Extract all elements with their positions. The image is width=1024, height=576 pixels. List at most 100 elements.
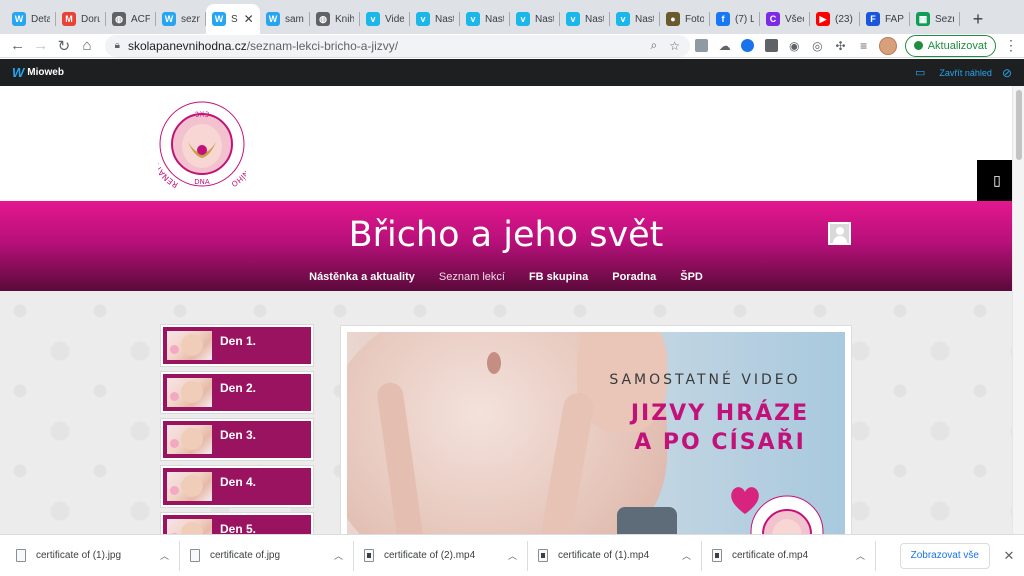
chevron-up-icon[interactable]: ︿ bbox=[856, 549, 865, 562]
reload-button[interactable]: ↻ bbox=[52, 35, 75, 57]
fapi-icon: F bbox=[866, 12, 880, 26]
chevron-up-icon[interactable]: ︿ bbox=[508, 549, 517, 562]
extension-facebook-icon[interactable] bbox=[759, 35, 782, 57]
browser-tab[interactable]: F FAPI bbox=[860, 4, 910, 34]
browser-tab[interactable]: ● Foto bbox=[660, 4, 710, 34]
forward-button[interactable]: → bbox=[29, 35, 52, 57]
page-scrollbar[interactable] bbox=[1012, 86, 1024, 534]
lesson-item[interactable]: Den 2. bbox=[161, 372, 313, 413]
browser-menu-icon[interactable]: ⋮ bbox=[1004, 37, 1018, 54]
new-tab-button[interactable]: + bbox=[964, 4, 992, 34]
browser-tab[interactable]: M Doru bbox=[56, 4, 106, 34]
lock-icon[interactable]: 🔒︎ bbox=[115, 40, 120, 51]
tab-title: Nast bbox=[435, 13, 454, 25]
home-button[interactable]: ⌂ bbox=[75, 35, 98, 57]
tab-title: Nast bbox=[585, 13, 604, 25]
browser-tab[interactable]: v Nast bbox=[460, 4, 510, 34]
download-item[interactable]: certificate of (2).mp4 ︿ bbox=[354, 540, 528, 571]
mioweb-logo[interactable]: W Mioweb bbox=[12, 65, 64, 80]
lesson-label: Den 4. bbox=[220, 474, 257, 489]
mioweb-adminbar: W Mioweb ▭ Zavřít náhled ⊘ bbox=[0, 59, 1024, 86]
update-button[interactable]: Aktualizovat bbox=[904, 34, 997, 57]
download-item[interactable]: certificate of (1).mp4 ︿ bbox=[528, 540, 702, 571]
browser-tab[interactable]: v Nast bbox=[410, 4, 460, 34]
nav-item[interactable]: ŠPD bbox=[680, 271, 703, 283]
school-logo[interactable]: 3X3 RENATY SAHANÍ ŠKOLA PÁNEVNÍHO DNA bbox=[158, 94, 246, 194]
youtube-icon: ▶ bbox=[816, 12, 830, 26]
lesson-thumbnail bbox=[167, 472, 212, 501]
browser-tab[interactable]: v Nast bbox=[510, 4, 560, 34]
tab-title: (23) bbox=[835, 13, 853, 25]
extension-camera-icon[interactable]: ◉ bbox=[783, 35, 806, 57]
extension-list-icon[interactable]: ≡ bbox=[852, 35, 875, 57]
browser-tab[interactable]: ▦ Sezn bbox=[910, 4, 960, 34]
update-dot-icon bbox=[913, 41, 923, 50]
address-bar[interactable]: 🔒︎ skolapanevnihodna.cz/seznam-lekci-bri… bbox=[104, 34, 691, 57]
image-file-icon bbox=[16, 549, 26, 562]
close-preview-link[interactable]: Zavřít náhled bbox=[939, 68, 992, 78]
nav-item[interactable]: Nástěnka a aktuality bbox=[309, 271, 415, 283]
vimeo-icon: v bbox=[616, 12, 630, 26]
tab-title: Sezn bbox=[935, 13, 954, 25]
browser-tab[interactable]: W Deta bbox=[6, 4, 56, 34]
zoom-search-icon[interactable]: ⌕ bbox=[651, 38, 658, 53]
content-area: Den 1. Den 2. Den 3. Den 4. Den 5. SAMOSTATN… bbox=[0, 291, 1012, 534]
show-all-downloads-button[interactable]: Zobrazovat vše bbox=[899, 542, 990, 569]
lesson-item[interactable]: Den 5. bbox=[161, 513, 313, 534]
chevron-up-icon[interactable]: ︿ bbox=[334, 549, 343, 562]
nav-item[interactable]: Seznam lekcí bbox=[439, 271, 505, 283]
nav-item[interactable]: FB skupina bbox=[529, 271, 588, 283]
lesson-item[interactable]: Den 4. bbox=[161, 466, 313, 507]
tab-title: (7) L bbox=[735, 13, 754, 25]
user-avatar[interactable] bbox=[828, 222, 851, 245]
extension-cloud-icon[interactable]: ☁ bbox=[713, 35, 736, 57]
vimeo-icon: v bbox=[366, 12, 380, 26]
browser-tab[interactable]: ▶ (23) bbox=[810, 4, 860, 34]
facebook-icon: f bbox=[716, 12, 730, 26]
tab-close-icon[interactable]: ✕ bbox=[244, 12, 254, 26]
extensions-puzzle-icon[interactable]: ✣ bbox=[829, 35, 852, 57]
download-item[interactable]: certificate of.mp4 ︿ bbox=[702, 540, 876, 571]
browser-tab[interactable]: v Nast bbox=[560, 4, 610, 34]
chevron-up-icon[interactable]: ︿ bbox=[682, 549, 691, 562]
browser-tab[interactable]: ◍ ACF: bbox=[106, 4, 156, 34]
browser-tab[interactable]: Wsezn bbox=[156, 4, 206, 34]
browser-tabstrip: WDetaMDoru◍ACF:WseznWS✕Wsamo◍KnihvVidevN… bbox=[0, 0, 1024, 34]
browser-tab[interactable]: C Všec bbox=[760, 4, 810, 34]
tab-title: samo bbox=[285, 13, 304, 25]
browser-tab[interactable]: v Nast bbox=[610, 4, 660, 34]
feature-video-card[interactable]: SAMOSTATNÉ VIDEO JIZVY HRÁZE A PO CÍSAŘI bbox=[340, 325, 852, 534]
clipboard-icon[interactable]: ▯ bbox=[977, 160, 1012, 201]
download-item[interactable]: certificate of.jpg ︿ bbox=[180, 540, 354, 571]
lesson-thumbnail bbox=[167, 378, 212, 407]
download-item[interactable]: certificate of (1).jpg ︿ bbox=[6, 540, 180, 571]
tab-title: Nast bbox=[485, 13, 504, 25]
browser-tab[interactable]: Wsamo bbox=[260, 4, 310, 34]
vimeo-icon: v bbox=[416, 12, 430, 26]
extension-photos-icon[interactable] bbox=[690, 35, 713, 57]
lesson-item[interactable]: Den 1. bbox=[161, 325, 313, 366]
chevron-up-icon[interactable]: ︿ bbox=[160, 549, 169, 562]
extension-blue-icon[interactable] bbox=[736, 35, 759, 57]
browser-tab[interactable]: f (7) L bbox=[710, 4, 760, 34]
tab-title: FAPI bbox=[885, 13, 904, 25]
lesson-item[interactable]: Den 3. bbox=[161, 419, 313, 460]
feature-video-thumbnail[interactable]: SAMOSTATNÉ VIDEO JIZVY HRÁZE A PO CÍSAŘI bbox=[347, 332, 845, 534]
extension-grammar-icon[interactable]: ◎ bbox=[806, 35, 829, 57]
back-button[interactable]: ← bbox=[6, 35, 29, 57]
close-downloads-icon[interactable]: ✕ bbox=[994, 548, 1024, 564]
nav-item[interactable]: Poradna bbox=[612, 271, 656, 283]
bookmark-star-icon[interactable]: ☆ bbox=[669, 39, 680, 53]
eye-slash-icon[interactable]: ⊘ bbox=[1002, 66, 1012, 80]
tab-title: Deta bbox=[31, 13, 50, 25]
feature-headline-line1: JIZVY HRÁZE bbox=[630, 401, 810, 426]
scrollbar-thumb[interactable] bbox=[1016, 90, 1022, 160]
browser-tab[interactable]: W S ✕ bbox=[206, 4, 260, 34]
browser-tab[interactable]: v Vide bbox=[360, 4, 410, 34]
monitor-icon[interactable]: ▭ bbox=[915, 66, 925, 79]
profile-avatar[interactable] bbox=[879, 36, 897, 55]
download-filename: certificate of.jpg bbox=[210, 550, 281, 561]
download-filename: certificate of (1).jpg bbox=[36, 550, 122, 561]
browser-tab[interactable]: ◍ Knih bbox=[310, 4, 360, 34]
url-host: skolapanevnihodna.cz bbox=[127, 38, 247, 53]
